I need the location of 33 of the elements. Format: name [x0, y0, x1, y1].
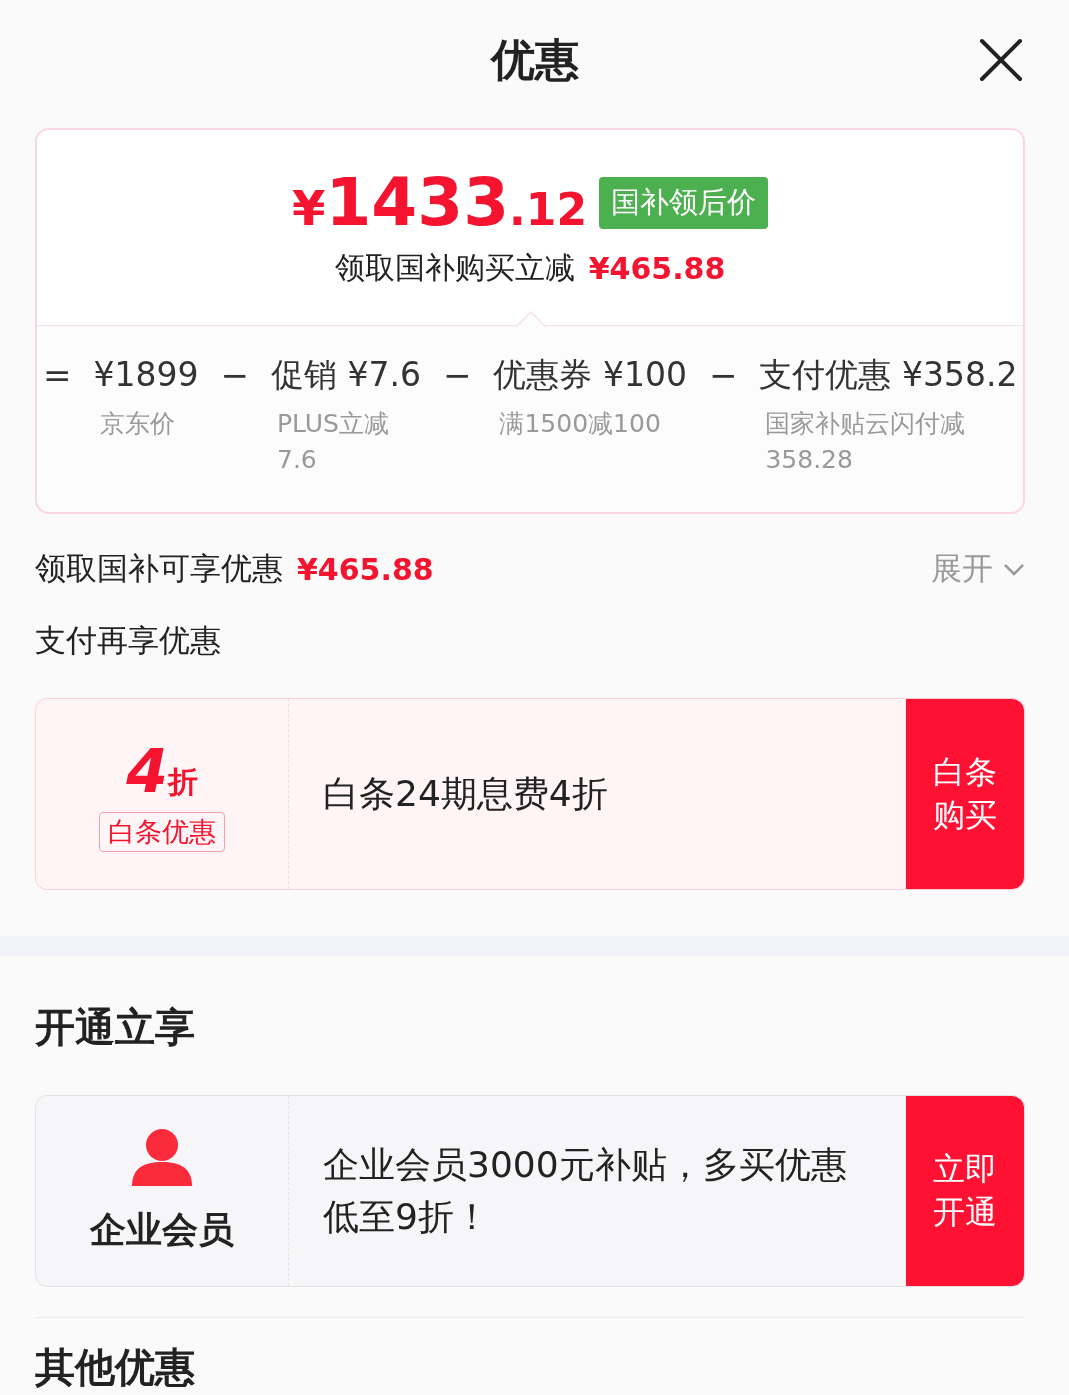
- subsidy-amount: ¥465.88: [297, 551, 434, 587]
- chevron-icon[interactable]: [1003, 562, 1025, 576]
- component-label: 满1500减100: [498, 408, 662, 440]
- component-label: 京东价: [98, 408, 176, 440]
- offer-tag: 白条优惠: [99, 812, 225, 852]
- component-label: 国家补贴云闪付减 358.28: [764, 408, 967, 476]
- section-heading: 支付再享优惠: [35, 621, 222, 660]
- offer-description: 白条24期息费4折: [322, 771, 609, 816]
- close-icon[interactable]: [979, 38, 1023, 82]
- section-heading: 开通立享: [35, 1003, 196, 1052]
- price-component: 促销 ¥7.6: [271, 354, 421, 396]
- member-name: 企业会员: [90, 1207, 234, 1252]
- person-icon: [130, 1127, 194, 1186]
- operator-sign: −: [442, 354, 472, 397]
- price-component: 优惠券 ¥100: [493, 354, 687, 396]
- subsidy-label: 领取国补可享优惠: [35, 549, 283, 588]
- activate-button[interactable]: 立即开通: [906, 1096, 1024, 1286]
- section-heading: 其他优惠: [35, 1344, 196, 1390]
- price-component: ¥1899: [93, 354, 199, 396]
- discount-value: 4折: [126, 736, 198, 806]
- offer-description: 企业会员3000元补贴，多买优惠低至9折！: [322, 1142, 848, 1239]
- subsidy-text: 领取国补购买立减: [334, 249, 575, 287]
- price-badge: 国补领后价: [599, 177, 769, 229]
- operator-sign: −: [708, 354, 738, 397]
- operator-sign: −: [220, 354, 249, 397]
- component-label: PLUS立减 7.6: [276, 408, 390, 476]
- subsidy-amount: ¥465.88: [588, 251, 726, 286]
- final-price: ¥1433.12: [291, 170, 588, 236]
- expand-toggle[interactable]: 展开: [931, 548, 993, 590]
- buy-button[interactable]: 白条购买: [906, 699, 1024, 889]
- sheet-title: 优惠: [490, 32, 579, 87]
- operator-sign: =: [43, 354, 72, 397]
- price-component: 支付优惠 ¥358.2: [759, 354, 1018, 396]
